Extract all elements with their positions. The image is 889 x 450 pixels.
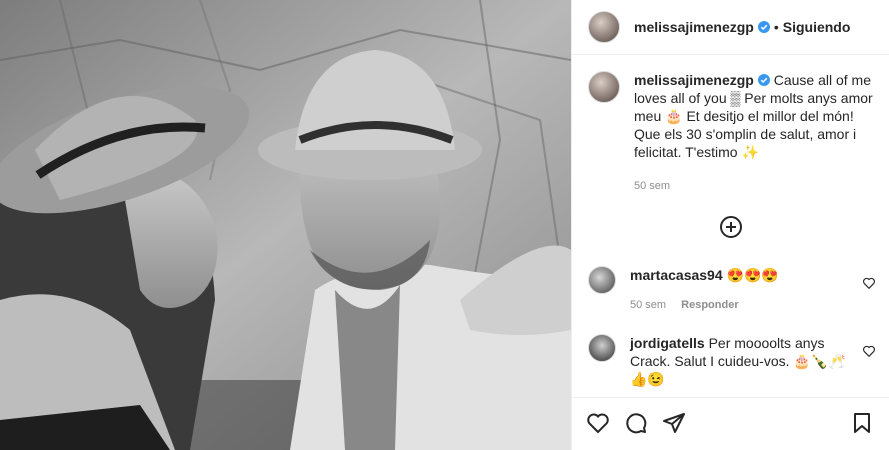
commenter-avatar[interactable] [588, 334, 616, 362]
author-username[interactable]: melissajimenezgp [634, 19, 754, 35]
photo-illustration [0, 0, 571, 450]
comment-body: jordigatells Per moooolts anys Crack. Sa… [630, 334, 850, 388]
comment-like-heart-icon[interactable] [862, 344, 876, 358]
post-caption: melissajimenezgp Cause all of me loves a… [588, 71, 878, 195]
instagram-post: melissajimenezgp • Siguiendo melissajime… [0, 0, 889, 450]
header-separator: • [773, 19, 779, 35]
comment-timestamp[interactable]: 50 sem [630, 299, 666, 311]
comment-icon[interactable] [624, 411, 648, 435]
post-photo[interactable] [0, 0, 571, 450]
comment-username[interactable]: martacasas94 [630, 267, 723, 283]
caption-body: melissajimenezgp Cause all of me loves a… [634, 71, 878, 195]
plus-circle-icon[interactable] [719, 215, 743, 239]
comment-text: 😍😍😍 [726, 267, 779, 283]
follow-status-button[interactable]: Siguiendo [783, 19, 851, 35]
bookmark-icon[interactable] [850, 411, 874, 435]
caption-username[interactable]: melissajimenezgp [634, 72, 754, 88]
reply-button[interactable]: Responder [681, 299, 738, 311]
comment-meta: 50 sem Responder [630, 296, 850, 314]
caption-timestamp[interactable]: 50 sem [634, 177, 878, 195]
comment-username[interactable]: jordigatells [630, 335, 705, 351]
author-avatar[interactable] [588, 11, 620, 43]
paper-plane-icon[interactable] [662, 411, 686, 435]
post-sidebar: melissajimenezgp • Siguiendo melissajime… [571, 0, 889, 450]
caption-avatar[interactable] [588, 71, 620, 103]
comment-item: martacasas94 😍😍😍 50 sem Responder [588, 266, 888, 314]
header-user-line: melissajimenezgp • Siguiendo [634, 19, 850, 35]
comment-item: jordigatells Per moooolts anys Crack. Sa… [588, 334, 888, 388]
comment-body: martacasas94 😍😍😍 50 sem Responder [630, 266, 850, 314]
post-header: melissajimenezgp • Siguiendo [572, 0, 889, 55]
caption-verified-badge-icon [757, 74, 770, 86]
verified-badge-icon [757, 21, 770, 33]
commenter-avatar[interactable] [588, 266, 616, 294]
comment-like-heart-icon[interactable] [862, 276, 876, 290]
action-bar [572, 397, 889, 450]
heart-icon[interactable] [586, 411, 610, 435]
